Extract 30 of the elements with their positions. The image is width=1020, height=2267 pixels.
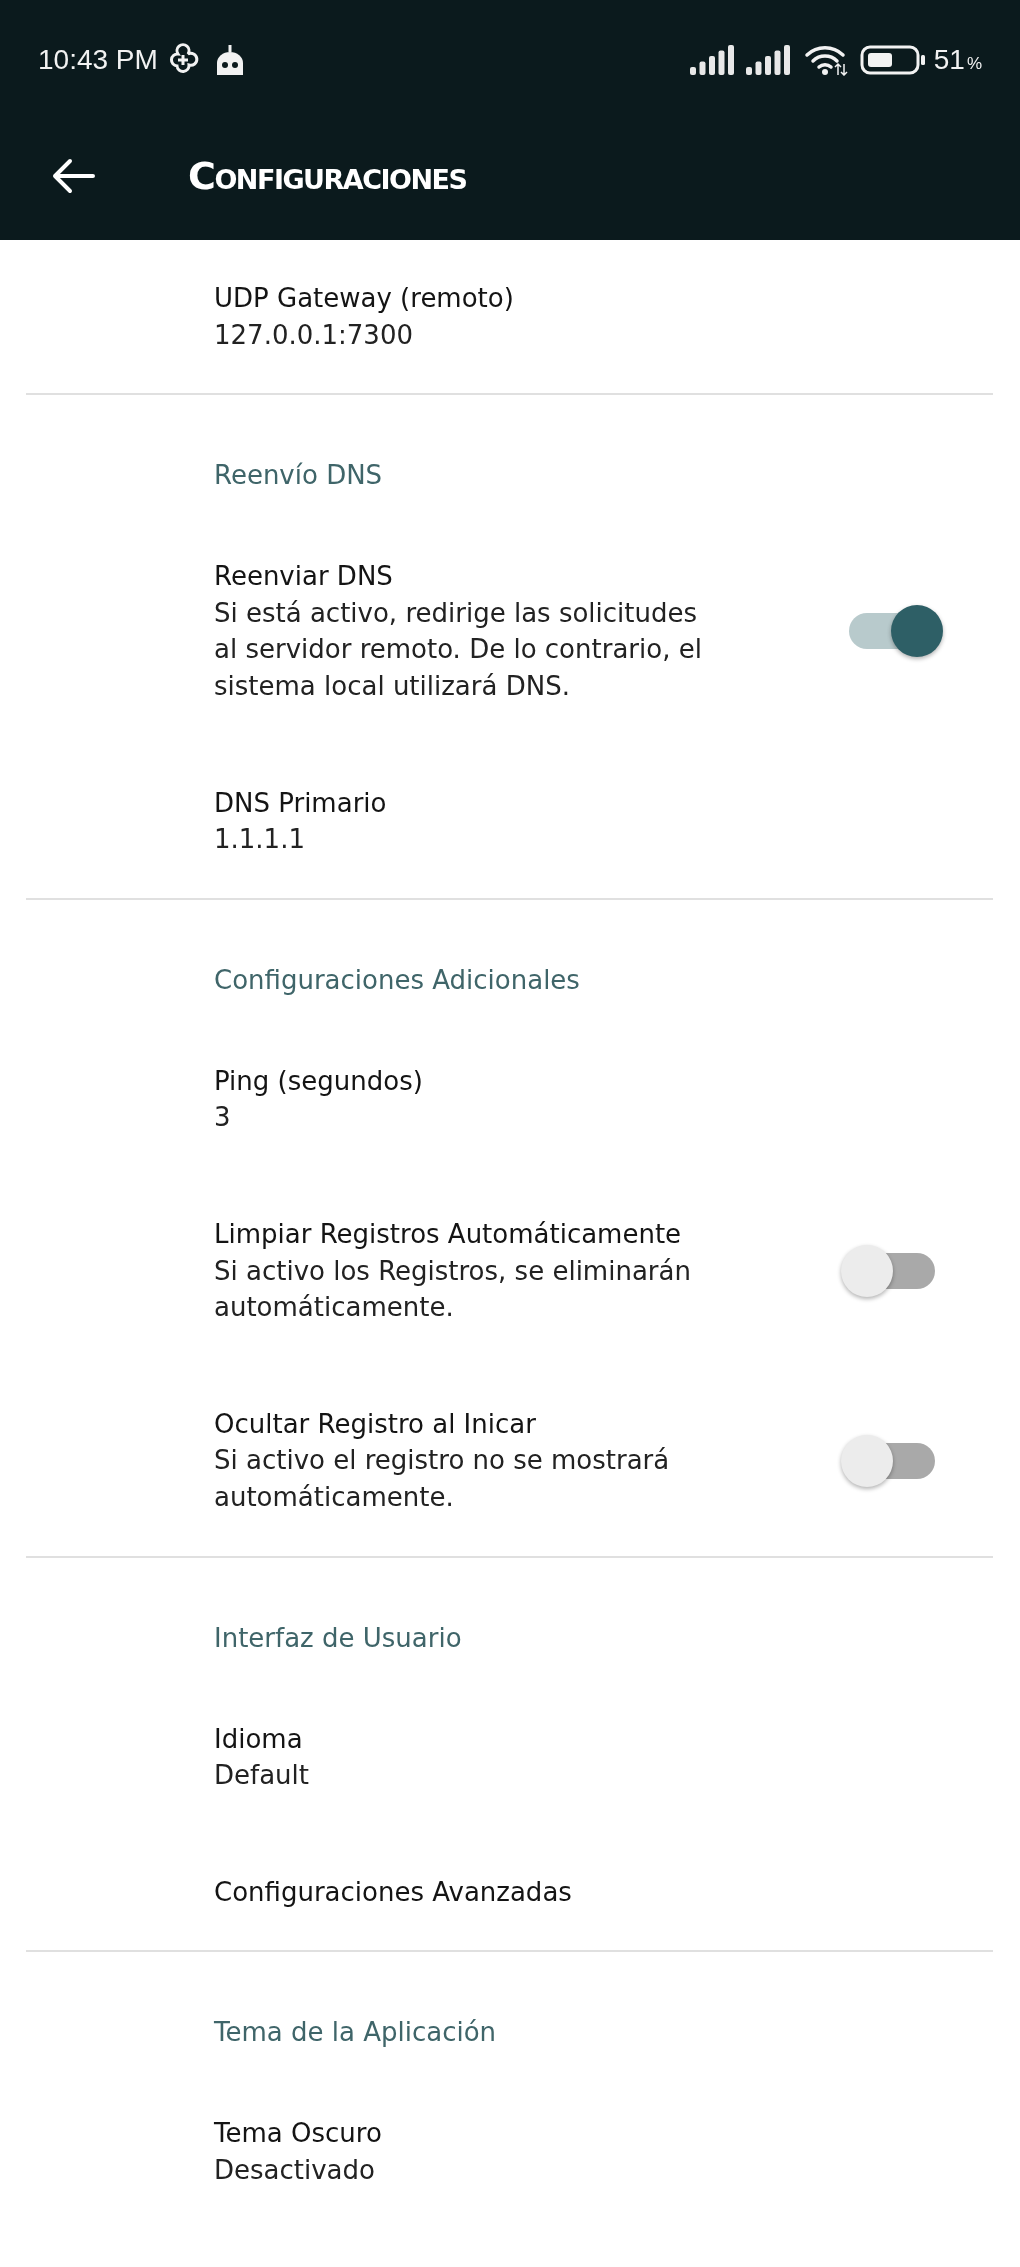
setting-summary: 127.0.0.1:7300 — [214, 318, 414, 352]
setting-title[interactable]: Configuraciones Avanzadas — [214, 1873, 572, 1911]
percent-sign: % — [966, 54, 982, 74]
section-header: Reenvío DNS — [214, 460, 383, 491]
setting-summary: 1.1.1.1 — [214, 823, 306, 857]
section-header: Interfaz de Usuario — [214, 1622, 462, 1653]
setting-title[interactable]: UDP Gateway (remoto) — [214, 280, 514, 317]
screen-title: Configuraciones — [188, 154, 467, 198]
battery-icon — [859, 45, 926, 75]
setting-summary: 3 — [214, 1101, 232, 1135]
setting-title[interactable]: Ocultar Registro al Inicar — [214, 1405, 536, 1443]
setting-title[interactable]: Tema Oscuro — [214, 2115, 382, 2152]
setting-summary: Desactivado — [214, 2153, 376, 2187]
setting-summary: Si está activo, redirige las solicitudes al servidor remoto. De lo contrario, el sistema local utilizará DNS. — [214, 596, 703, 703]
wifi-icon — [803, 44, 848, 76]
battery-percent: 51 — [933, 44, 965, 76]
signal-icon — [745, 45, 792, 75]
setting-title[interactable]: Ping (segundos) — [214, 1062, 423, 1100]
back-arrow-icon[interactable] — [50, 156, 96, 196]
section-header: Tema de la Aplicación — [214, 2017, 497, 2048]
setting-title[interactable]: DNS Primario — [214, 784, 387, 822]
setting-summary: Default — [214, 1759, 310, 1793]
setting-summary: Si activo el registro no se mostrará automáticamente. — [214, 1444, 671, 1514]
setting-title[interactable]: Idioma — [214, 1720, 303, 1758]
setting-summary: Si activo los Registros, se eliminarán automáticamente. — [214, 1254, 692, 1325]
setting-title[interactable]: Reenviar DNS — [214, 558, 393, 595]
setting-title[interactable]: Limpiar Registros Automáticamente — [214, 1215, 682, 1253]
section-header: Configuraciones Adicionales — [214, 964, 580, 995]
status-time: 10:43 PM — [38, 44, 158, 76]
signal-icon — [689, 45, 736, 75]
